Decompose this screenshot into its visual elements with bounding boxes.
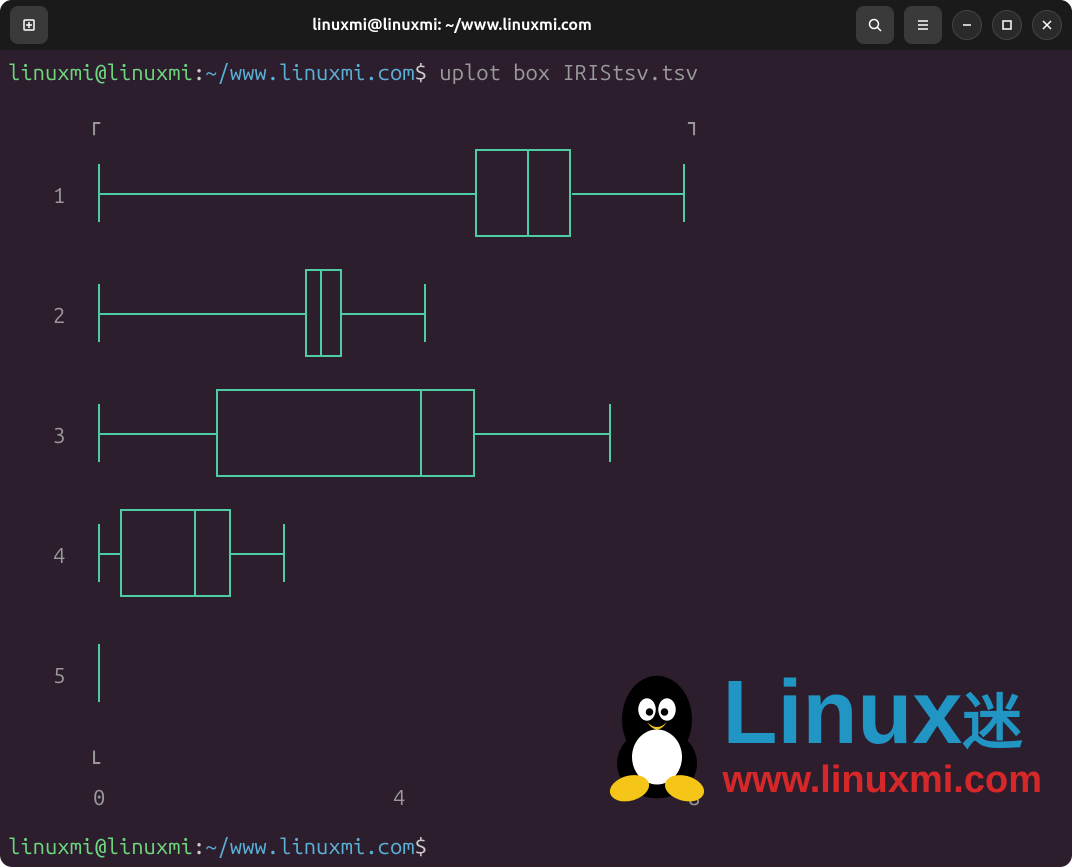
prompt-user-host-2: linuxmi@linuxmi [8, 834, 193, 859]
window-title: linuxmi@linuxmi: ~/www.linuxmi.com [56, 16, 848, 34]
watermark-suffix: 迷 [962, 689, 1022, 756]
x-label-4: 4 [393, 783, 405, 814]
axis-corner-top-left: ┌ [88, 109, 100, 140]
titlebar: linuxmi@linuxmi: ~/www.linuxmi.com [0, 0, 1072, 50]
prompt-line-2: linuxmi@linuxmi:~/www.linuxmi.com$ [8, 832, 427, 863]
watermark-brand: Linux [722, 663, 962, 763]
prompt-line: linuxmi@linuxmi:~/www.linuxmi.com$ uplot… [8, 58, 1064, 89]
terminal-window: linuxmi@linuxmi: ~/www.linuxmi.com [0, 0, 1072, 867]
command-text: uplot box IRIStsv.tsv [439, 60, 698, 85]
new-tab-button[interactable] [10, 6, 48, 44]
watermark: Linux迷 www.linuxmi.com [592, 657, 1042, 807]
prompt-path-2: ~/www.linuxmi.com [205, 834, 414, 859]
axis-corner-top-right: ┐ [688, 109, 700, 140]
search-button[interactable] [856, 6, 894, 44]
prompt-path: ~/www.linuxmi.com [205, 60, 414, 85]
menu-button[interactable] [904, 6, 942, 44]
tux-icon [592, 657, 722, 807]
y-label-5: 5 [53, 661, 65, 692]
prompt-separator: : [193, 60, 205, 85]
y-label-3: 3 [53, 421, 65, 452]
watermark-url: www.linuxmi.com [722, 754, 1042, 807]
prompt-user-host: linuxmi@linuxmi [8, 60, 193, 85]
prompt-dollar: $ [415, 60, 427, 85]
close-button[interactable] [1032, 10, 1062, 40]
y-label-4: 4 [53, 541, 65, 572]
axis-corner-bot-left: └ [88, 749, 100, 780]
minimize-button[interactable] [952, 10, 982, 40]
y-label-1: 1 [53, 181, 65, 212]
terminal-content[interactable]: linuxmi@linuxmi:~/www.linuxmi.com$ uplot… [0, 50, 1072, 867]
y-label-2: 2 [53, 301, 65, 332]
maximize-button[interactable] [992, 10, 1022, 40]
x-label-0: 0 [93, 783, 105, 814]
